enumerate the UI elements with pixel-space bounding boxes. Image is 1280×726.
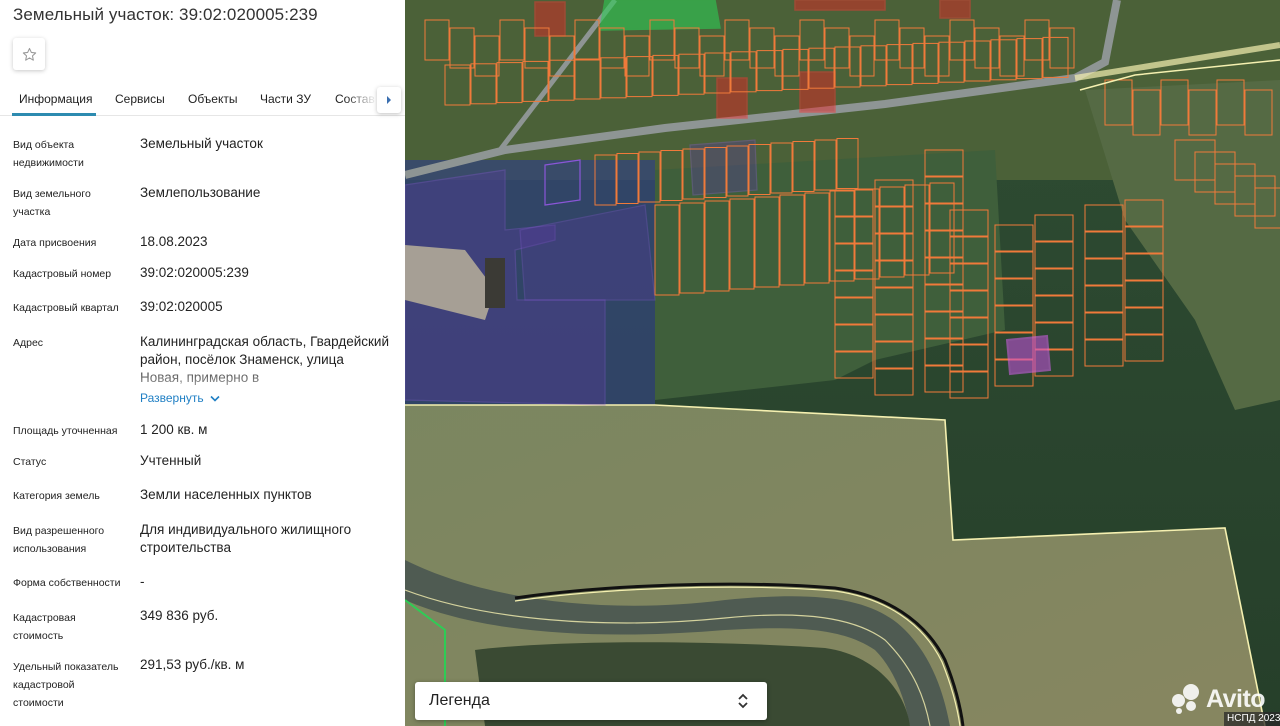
red-parcel [534,1,566,37]
field-label-parcel-type: Вид земельного участка [13,188,91,218]
avito-logo-text: Avito [1206,684,1266,713]
address-fade [140,364,390,388]
page-title: Земельный участок: 39:02:020005:239 [13,5,318,24]
field-value-assign-date: 18.08.2023 [140,234,208,249]
field-label-cadastral-quarter: Кадастровый квартал [13,302,119,314]
selected-parcel[interactable] [1005,334,1052,376]
field-label-status: Статус [13,456,47,468]
purple-zone [689,139,758,196]
field-label-area: Площадь уточненная [13,425,118,437]
field-label-address: Адрес [13,337,44,349]
up-down-chevron-icon [738,693,748,709]
satellite-map [405,0,1280,726]
building [485,258,505,308]
field-value-cadastral-value: 349 836 руб. [140,608,219,623]
field-label-land-category: Категория земель [13,490,100,502]
favorite-button[interactable] [13,38,45,70]
chevron-right-icon [387,96,391,104]
tabs-next-button[interactable] [377,87,401,113]
field-label-ownership: Форма собственности [13,577,121,589]
field-label-cadastral-number: Кадастровый номер [13,268,112,280]
legend-label: Легенда [429,692,490,709]
chevron-down-icon [210,395,220,402]
green-parcel [599,0,721,31]
field-value-cadastral-quarter: 39:02:020005 [140,299,223,314]
field-value-ownership: - [140,574,145,589]
field-label-specific-value: Удельный показатель кадастровой стоимост… [13,661,119,709]
field-value-specific-value: 291,53 руб./кв. м [140,657,245,672]
tab-services[interactable]: Сервисы [115,92,165,106]
red-parcel [716,77,748,119]
field-value-area: 1 200 кв. м [140,422,208,437]
field-label-cadastral-value: Кадастровая стоимость [13,612,76,642]
red-parcel [794,0,886,11]
field-value-permitted-use: Для индивидуального жилищного строительс… [140,522,352,555]
red-parcel [939,0,971,19]
field-value-parcel-type: Землепользование [140,185,261,200]
map-view[interactable] [405,0,1280,726]
field-value-object-type: Земельный участок [140,136,263,151]
avito-watermark: Avito [1172,684,1266,714]
field-label-assign-date: Дата присвоения [13,237,97,249]
address-expand-link[interactable]: Развернуть [140,391,220,405]
tab-information[interactable]: Информация [19,92,92,106]
active-tab-indicator [12,113,96,116]
field-value-land-category: Земли населенных пунктов [140,487,312,502]
field-value-status: Учтенный [140,453,202,468]
map-attribution: НСПД 2023 [1224,712,1280,726]
star-icon [22,47,36,61]
tab-parts[interactable]: Части ЗУ [260,92,311,106]
tabs-fade [345,84,377,114]
expand-label: Развернуть [140,391,204,405]
legend-dropdown[interactable]: Легенда [415,682,767,720]
red-parcel [799,71,836,113]
avito-logo-icon [1172,684,1202,714]
tab-bar: Информация Сервисы Объекты Части ЗУ Сост… [0,84,405,116]
field-label-object-type: Вид объекта недвижимости [13,139,84,169]
tab-objects[interactable]: Объекты [188,92,238,106]
info-panel: Земельный участок: 39:02:020005:239 Инфо… [0,0,405,726]
field-value-cadastral-number: 39:02:020005:239 [140,265,249,280]
field-label-permitted-use: Вид разрешенного использования [13,525,105,555]
